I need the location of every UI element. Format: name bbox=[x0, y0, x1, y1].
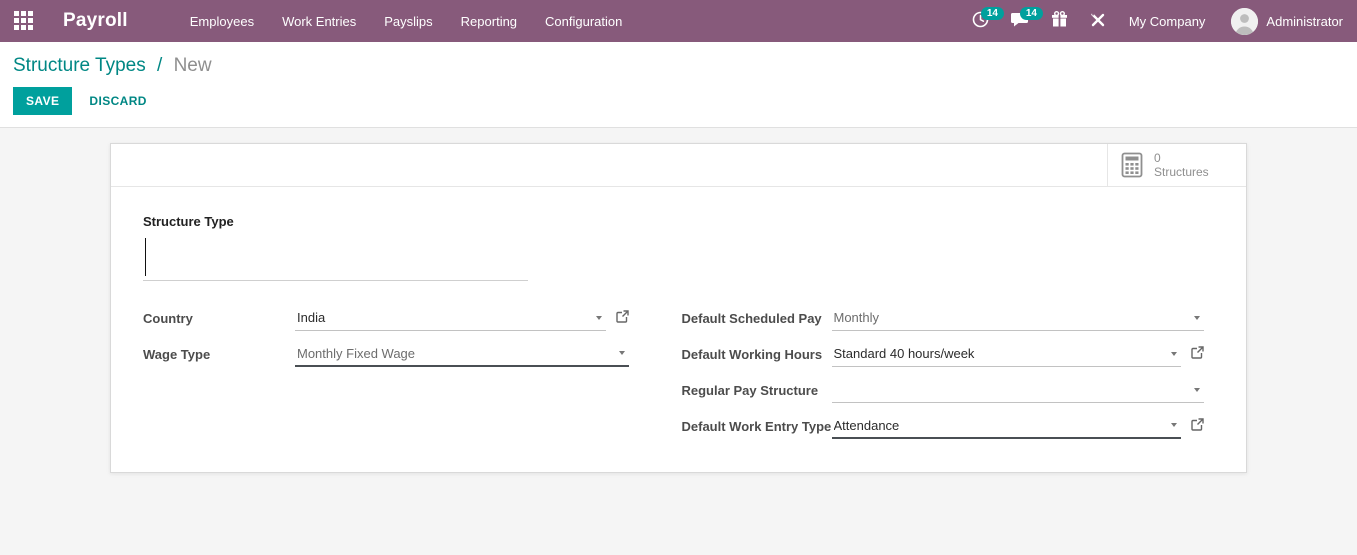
gift-icon bbox=[1051, 10, 1068, 31]
save-button[interactable]: SAVE bbox=[13, 87, 73, 115]
stat-label: Structures bbox=[1154, 165, 1209, 179]
country-external-link-icon[interactable] bbox=[615, 310, 629, 323]
structure-type-label: Structure Type bbox=[143, 214, 234, 229]
messages-button[interactable]: 14 bbox=[1000, 0, 1043, 42]
field-row-default-working-hours: Default Working Hours Standard 40 hours/… bbox=[682, 343, 1205, 371]
country-label: Country bbox=[143, 311, 193, 326]
top-navbar: Payroll Employees Work Entries Payslips … bbox=[0, 0, 1357, 42]
menu-payslips[interactable]: Payslips bbox=[370, 0, 446, 42]
menu-configuration[interactable]: Configuration bbox=[531, 0, 636, 42]
structures-stat-button[interactable]: 0 Structures bbox=[1107, 144, 1246, 186]
regular-pay-structure-label: Regular Pay Structure bbox=[681, 383, 819, 398]
field-row-country: Country India bbox=[143, 307, 629, 335]
avatar bbox=[1231, 7, 1259, 35]
field-group: Country India Wage Type Monthly Fixed Wa… bbox=[143, 307, 1214, 451]
control-panel-buttons: SAVE DISCARD bbox=[13, 87, 1341, 115]
apps-menu-icon[interactable] bbox=[14, 10, 35, 32]
activities-button[interactable]: 14 bbox=[961, 0, 1004, 42]
wrench-icon bbox=[1090, 12, 1106, 31]
field-row-default-scheduled-pay: Default Scheduled Pay Monthly bbox=[681, 307, 1204, 335]
systray: 14 14 My Company Administrator bbox=[961, 0, 1349, 42]
field-row-regular-pay-structure: Regular Pay Structure bbox=[681, 379, 1204, 407]
default-working-hours-label: Default Working Hours bbox=[681, 347, 823, 362]
breadcrumb-new: New bbox=[173, 55, 212, 76]
right-column: Default Scheduled Pay Monthly Default Wo… bbox=[679, 307, 1215, 451]
default-work-entry-type-label: Default Work Entry Type bbox=[681, 419, 832, 434]
form-sheet: 0 Structures Structure Type Country Indi… bbox=[110, 143, 1247, 473]
left-column: Country India Wage Type Monthly Fixed Wa… bbox=[143, 307, 679, 451]
regular-pay-structure-input[interactable] bbox=[831, 379, 1204, 403]
default-working-hours-input[interactable]: Standard 40 hours/week bbox=[831, 343, 1181, 367]
sheet-body: Structure Type Country India Wage Type M… bbox=[111, 187, 1246, 451]
structure-type-block: Structure Type bbox=[143, 214, 1214, 281]
gift-button[interactable] bbox=[1040, 0, 1079, 42]
main-menu: Employees Work Entries Payslips Reportin… bbox=[176, 0, 637, 42]
calculator-icon bbox=[1119, 152, 1145, 178]
stat-count: 0 bbox=[1154, 151, 1161, 165]
menu-work-entries[interactable]: Work Entries bbox=[268, 0, 370, 42]
company-switcher[interactable]: My Company bbox=[1117, 14, 1218, 29]
chevron-down-icon bbox=[618, 351, 625, 355]
default-scheduled-pay-label: Default Scheduled Pay bbox=[681, 311, 822, 326]
menu-reporting[interactable]: Reporting bbox=[447, 0, 531, 42]
working-hours-external-link-icon[interactable] bbox=[1191, 346, 1204, 359]
chevron-down-icon bbox=[1171, 423, 1177, 427]
breadcrumb-structure-types[interactable]: Structure Types bbox=[13, 55, 146, 76]
breadcrumb-separator: / bbox=[157, 55, 163, 76]
menu-employees[interactable]: Employees bbox=[176, 0, 268, 42]
chevron-down-icon bbox=[1194, 387, 1200, 392]
user-name: Administrator bbox=[1266, 13, 1343, 29]
app-brand[interactable]: Payroll bbox=[63, 10, 128, 32]
wage-type-label: Wage Type bbox=[143, 347, 211, 362]
control-panel: Structure Types / New SAVE DISCARD bbox=[0, 42, 1357, 128]
tools-button[interactable] bbox=[1079, 0, 1117, 42]
structure-type-input[interactable] bbox=[143, 235, 528, 281]
country-input[interactable]: India bbox=[295, 307, 606, 331]
chevron-down-icon bbox=[595, 315, 602, 320]
default-scheduled-pay-select[interactable]: Monthly bbox=[831, 307, 1204, 331]
chevron-down-icon bbox=[1194, 315, 1200, 320]
text-cursor bbox=[145, 238, 146, 276]
button-box: 0 Structures bbox=[111, 144, 1246, 187]
work-entry-type-external-link-icon[interactable] bbox=[1191, 418, 1204, 431]
discard-button[interactable]: DISCARD bbox=[76, 87, 159, 115]
wage-type-select[interactable]: Monthly Fixed Wage bbox=[295, 343, 629, 367]
user-menu[interactable]: Administrator bbox=[1217, 7, 1349, 35]
field-row-default-work-entry-type: Default Work Entry Type Attendance bbox=[682, 415, 1205, 443]
breadcrumb: Structure Types / New bbox=[13, 55, 1341, 77]
default-work-entry-type-input[interactable]: Attendance bbox=[831, 415, 1181, 439]
chevron-down-icon bbox=[1171, 351, 1177, 356]
field-row-wage-type: Wage Type Monthly Fixed Wage bbox=[143, 343, 629, 371]
content-area: 0 Structures Structure Type Country Indi… bbox=[0, 128, 1357, 555]
